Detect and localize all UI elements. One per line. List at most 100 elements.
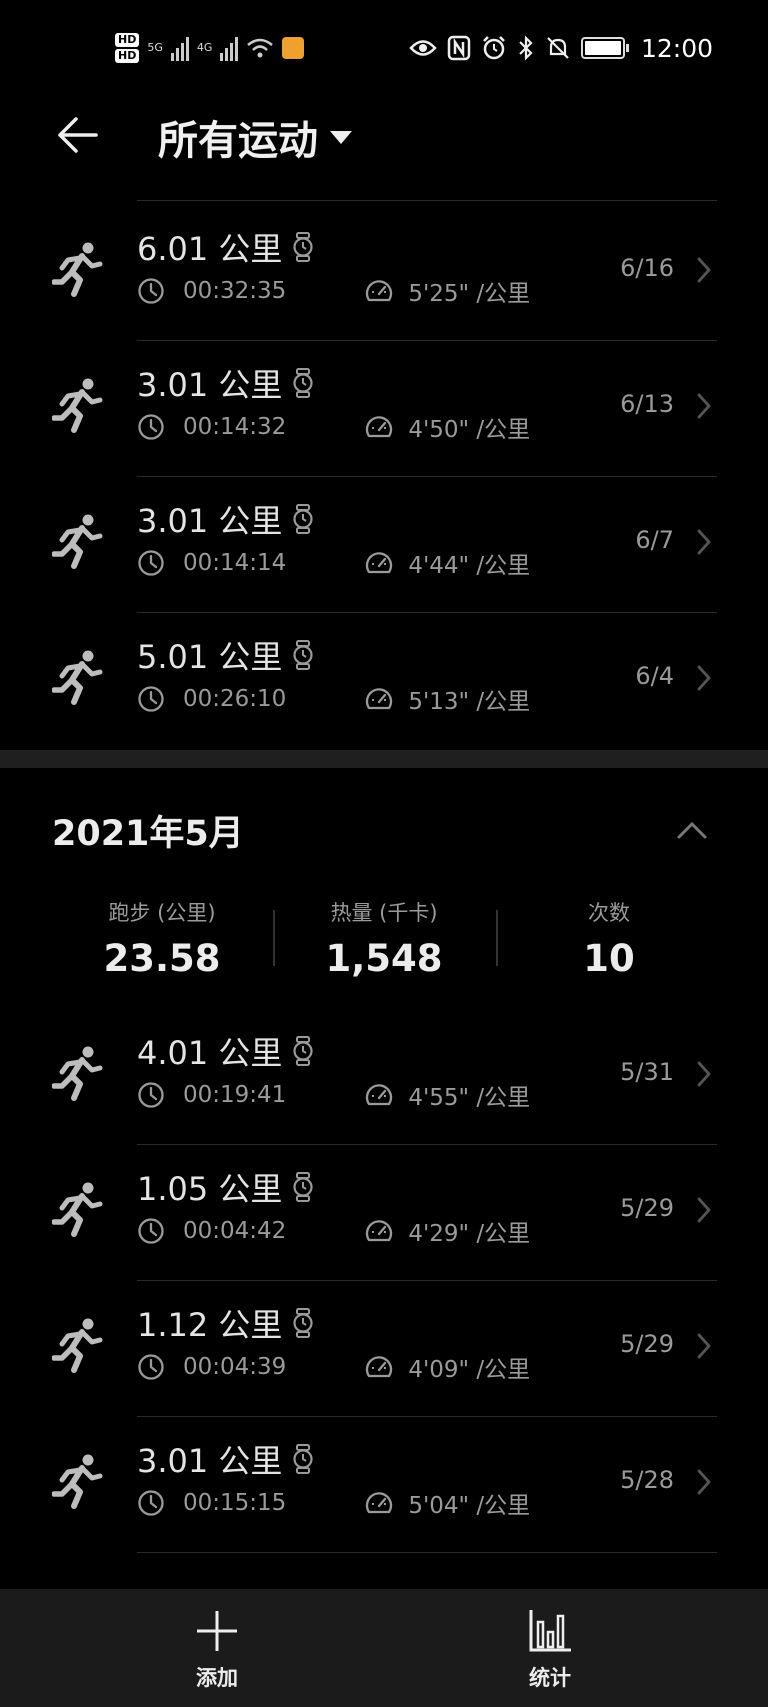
running-person-icon: [52, 1182, 103, 1237]
speedometer-icon: [366, 1084, 393, 1106]
run-distance: 3.01 公里: [137, 496, 314, 542]
clock-icon: [138, 1490, 164, 1516]
status-left: HD HD 5G 4G: [115, 26, 305, 70]
bluetooth-icon: [519, 35, 533, 61]
alarm-icon: [483, 36, 505, 60]
run-date: 6/16: [620, 254, 674, 282]
chevron-right-icon: [697, 1333, 711, 1359]
watch-icon: [293, 232, 314, 262]
distance-text: 3.01 公里: [137, 366, 283, 404]
run-pace: 5'25" /公里: [408, 281, 531, 307]
nfc-icon: [447, 35, 471, 61]
distance-text: 4.01 公里: [137, 1034, 283, 1072]
distance-text: 1.12 公里: [137, 1306, 283, 1344]
run-date: 5/29: [620, 1330, 674, 1358]
stat-count: 次数 10: [509, 897, 709, 980]
month-title: 2021年5月: [52, 814, 244, 854]
chevron-right-icon: [697, 1469, 711, 1495]
run-distance: 1.12 公里: [137, 1300, 314, 1346]
watch-icon: [293, 504, 314, 534]
stat-value: 1,548: [325, 937, 443, 980]
run-record-row[interactable]: 1.12 公里 00:04:39 4'09" /公里 5/29: [0, 1280, 768, 1416]
add-button[interactable]: 添加: [157, 1608, 277, 1692]
clock-icon: [138, 686, 164, 712]
speedometer-icon: [366, 552, 393, 574]
run-pace: 4'09" /公里: [408, 1357, 531, 1383]
chevron-right-icon: [697, 1061, 711, 1087]
stat-distance: 跑步 (公里) 23.58: [62, 897, 262, 980]
stats-label: 统计: [529, 1666, 571, 1690]
run-duration: 00:32:35: [183, 278, 287, 304]
run-record-row[interactable]: 3.01 公里 00:14:14 4'44" /公里 6/7: [0, 476, 768, 612]
run-record-row[interactable]: 3.01 公里 00:15:15 5'04" /公里 5/28: [0, 1416, 768, 1552]
watch-icon: [293, 368, 314, 398]
run-distance: 1.05 公里: [137, 1164, 314, 1210]
collapse-chevron-up-icon[interactable]: [676, 820, 708, 840]
hd-badge-2: HD: [115, 49, 140, 63]
stat-value: 23.58: [103, 937, 221, 980]
run-date: 6/4: [635, 662, 674, 690]
distance-text: 6.01 公里: [137, 230, 283, 268]
run-record-row[interactable]: 1.05 公里 00:04:42 4'29" /公里 5/29: [0, 1144, 768, 1280]
run-record-row[interactable]: 4.01 公里 00:19:41 4'55" /公里 5/31: [0, 1008, 768, 1144]
running-person-icon: [52, 242, 103, 297]
mute-bell-icon: [547, 37, 569, 59]
run-meta: 00:19:41 4'55" /公里: [137, 1078, 530, 1112]
run-distance: 5.01 公里: [137, 632, 314, 678]
stat-label: 次数: [588, 901, 630, 925]
page-title: 所有运动: [158, 118, 318, 164]
run-meta: 00:14:14 4'44" /公里: [137, 546, 530, 580]
run-distance: 4.01 公里: [137, 1028, 314, 1074]
stats-button[interactable]: 统计: [490, 1608, 610, 1692]
run-duration: 00:04:42: [183, 1218, 287, 1244]
chevron-right-icon: [697, 665, 711, 691]
run-pace: 4'50" /公里: [408, 417, 531, 443]
run-meta: 00:04:42 4'29" /公里: [137, 1214, 530, 1248]
clock-icon: [138, 278, 164, 304]
run-date: 6/7: [635, 526, 674, 554]
chevron-right-icon: [697, 393, 711, 419]
back-arrow-icon[interactable]: [52, 110, 102, 160]
clock-icon: [138, 1082, 164, 1108]
run-pace: 5'04" /公里: [408, 1493, 531, 1519]
run-record-row[interactable]: 6.01 公里 00:32:35 5'25" /公里 6/16: [0, 204, 768, 340]
battery-icon: [580, 37, 629, 59]
watch-icon: [293, 1308, 314, 1338]
speedometer-icon: [366, 1356, 393, 1378]
distance-text: 5.01 公里: [137, 638, 283, 676]
run-duration: 00:14:14: [183, 550, 287, 576]
running-person-icon: [52, 378, 103, 433]
running-person-icon: [52, 514, 103, 569]
chevron-right-icon: [697, 529, 711, 555]
run-duration: 00:14:32: [183, 414, 287, 440]
divider: [137, 200, 717, 201]
status-time: 12:00: [640, 33, 713, 63]
clock-icon: [138, 1218, 164, 1244]
app-notification-icon: [282, 37, 305, 59]
watch-icon: [293, 1444, 314, 1474]
run-record-row[interactable]: 5.01 公里 00:26:10 5'13" /公里 6/4: [0, 612, 768, 748]
running-person-icon: [52, 650, 103, 705]
clock-icon: [138, 1354, 164, 1380]
stat-calories: 热量 (千卡) 1,548: [284, 897, 484, 980]
network-5g-label: 5G: [147, 41, 163, 54]
speedometer-icon: [366, 688, 393, 710]
run-pace: 4'55" /公里: [408, 1085, 531, 1111]
running-person-icon: [52, 1318, 103, 1373]
run-date: 5/29: [620, 1194, 674, 1222]
watch-icon: [293, 1036, 314, 1066]
sport-type-dropdown[interactable]: 所有运动: [158, 108, 352, 166]
bar-chart-icon: [529, 1610, 571, 1652]
run-distance: 3.01 公里: [137, 360, 314, 406]
speedometer-icon: [366, 1492, 393, 1514]
plus-icon: [197, 1611, 237, 1651]
stat-divider: [273, 910, 275, 966]
status-bar: HD HD 5G 4G 12:00: [0, 0, 768, 100]
signal-bars-icon: [220, 35, 239, 61]
run-meta: 00:32:35 5'25" /公里: [137, 274, 530, 308]
wifi-icon: [247, 38, 274, 58]
run-record-row[interactable]: 3.01 公里 00:14:32 4'50" /公里 6/13: [0, 340, 768, 476]
run-duration: 00:04:39: [183, 1354, 287, 1380]
speedometer-icon: [366, 1220, 393, 1242]
run-duration: 00:19:41: [183, 1082, 287, 1108]
